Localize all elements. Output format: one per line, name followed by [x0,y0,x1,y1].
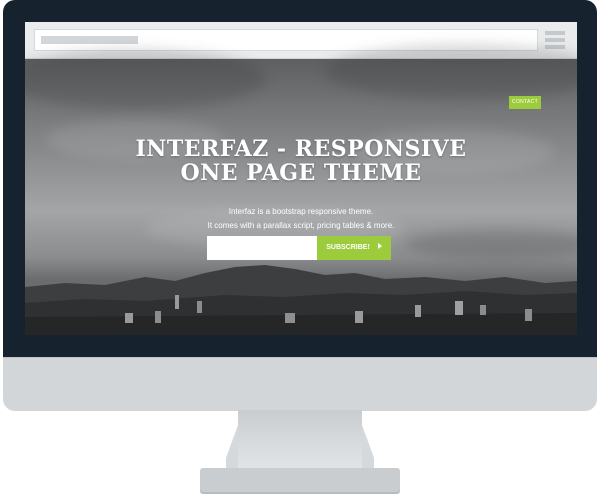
monitor-stand-neck [226,410,374,472]
monitor-stand-base [200,468,400,492]
city-landscape [25,265,577,335]
hero-subtitle: Interfaz is a bootstrap responsive theme… [25,205,577,233]
address-bar-text-placeholder [41,36,138,44]
subscribe-form: SUBSCRIBE! [207,236,392,260]
cloud [325,44,577,99]
hero-title-line-2: ONE PAGE THEME [180,160,422,186]
hero-title: INTERFAZ - RESPONSIVE ONE PAGE THEME [25,137,577,185]
hero-section: CONTACT INTERFAZ - RESPONSIVE ONE PAGE T… [25,44,577,335]
monitor-chin [3,357,597,411]
hero-subtitle-line-2: It comes with a parallax script, pricing… [207,221,395,230]
hamburger-menu-icon[interactable] [545,31,565,49]
contact-button[interactable]: CONTACT [509,96,541,109]
cloud [25,49,265,109]
email-input[interactable] [207,236,317,260]
arrow-right-icon [377,243,382,250]
subscribe-button[interactable]: SUBSCRIBE! [317,236,391,260]
subscribe-button-label: SUBSCRIBE! [326,244,370,251]
screen: CONTACT INTERFAZ - RESPONSIVE ONE PAGE T… [25,22,577,335]
hero-subtitle-line-1: Interfaz is a bootstrap responsive theme… [228,207,374,216]
hero-title-line-1: INTERFAZ - RESPONSIVE [135,136,467,162]
